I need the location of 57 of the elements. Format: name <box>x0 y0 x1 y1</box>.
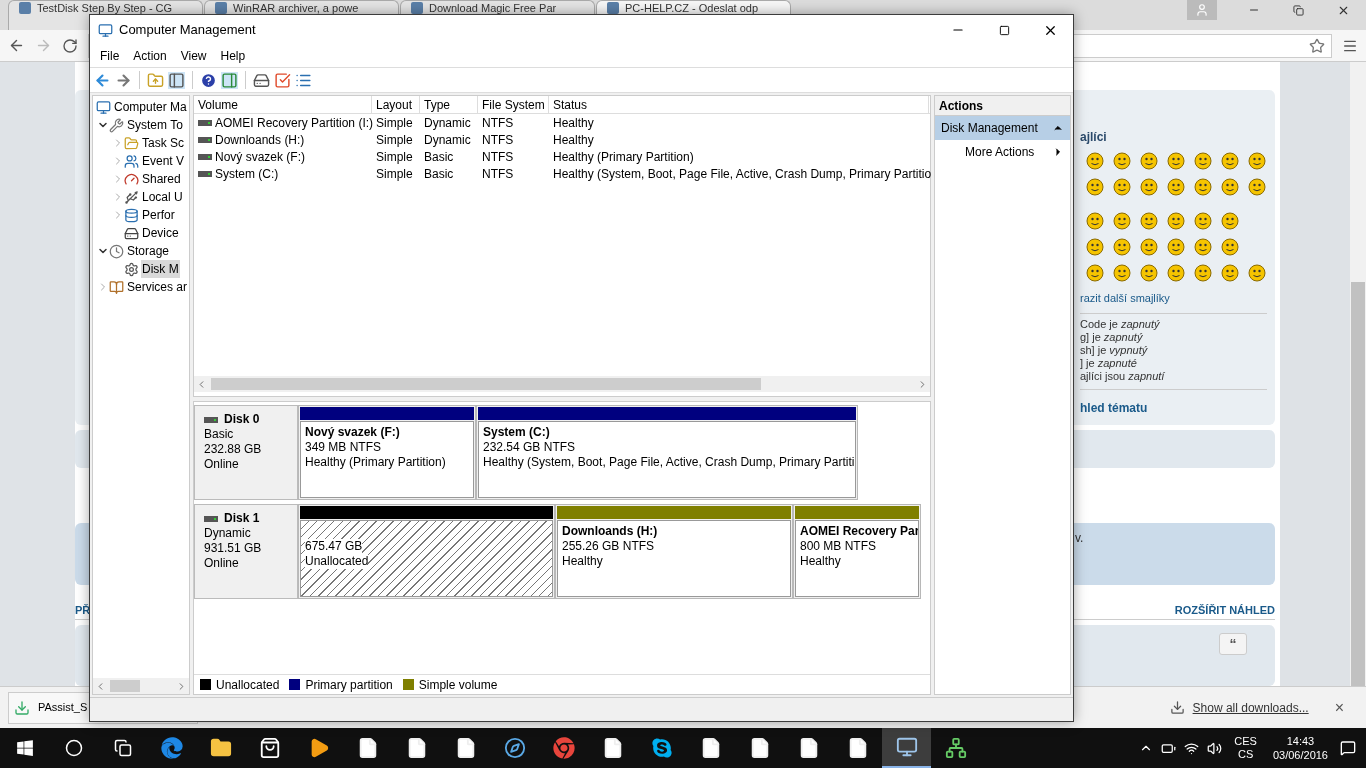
partition-size: 675.47 GB <box>305 539 363 554</box>
tab-title: WinRAR archiver, a powe <box>233 2 359 14</box>
table-cell-text: Healthy (System, Boot, Page File, Active, Crash Dump, Primary Partitio <box>553 165 932 183</box>
window-title: Computer Management <box>119 21 256 40</box>
legend-label: Simple volume <box>418 676 498 694</box>
table-cell-text: System (C:) <box>215 165 279 183</box>
partition-title: Downloands (H:) <box>562 524 659 539</box>
table-cell-text: Basic <box>424 148 454 166</box>
setting-text: g] je zapnutý <box>1080 330 1144 344</box>
table-cell-text: NTFS <box>482 131 514 149</box>
setting-text: ajlíci jsou zapnutí <box>1080 369 1166 383</box>
tab-title: PC-HELP.CZ - Odeslat odp <box>625 2 759 14</box>
table-cell-text: Simple <box>376 114 413 132</box>
partition-size: 800 MB NTFS <box>800 539 878 554</box>
partition-status: Healthy (Primary Partition) <box>305 455 447 470</box>
disk-type: Dynamic <box>204 526 252 541</box>
partition-status: Healthy <box>800 554 842 569</box>
table-cell-text: Simple <box>376 148 413 166</box>
table-cell-text: NTFS <box>482 148 514 166</box>
table-cell-text: NTFS <box>482 165 514 183</box>
partition-title: Nový svazek (F:) <box>305 425 401 440</box>
smileys-heading: ajlíci <box>1080 130 1108 144</box>
notice-text: v. <box>1075 530 1085 547</box>
setting-text: Code je zapnutý <box>1080 317 1161 331</box>
disk-name: Disk 1 <box>224 511 260 526</box>
table-cell-text: Downloands (H:) <box>215 131 305 149</box>
setting-text: sh] je vypnutý <box>1080 343 1149 357</box>
disk-name: Disk 0 <box>224 412 260 427</box>
table-cell-text: Dynamic <box>424 114 471 132</box>
tab-title: Download Magic Free Par <box>429 2 557 14</box>
disk-type: Basic <box>204 427 235 442</box>
table-cell-text: Healthy (Primary Partition) <box>553 148 694 166</box>
table-cell-text: NTFS <box>482 114 514 132</box>
partition-size: 232.54 GB NTFS <box>483 440 577 455</box>
disk-status: Online <box>204 457 240 472</box>
setting-text: ] je zapnuté <box>1080 356 1138 370</box>
table-cell-text: Dynamic <box>424 131 471 149</box>
table-cell-text: Healthy <box>553 114 594 132</box>
section-heading: PŘ <box>75 602 91 618</box>
table-cell-text: Simple <box>376 165 413 183</box>
disk-size: 931.51 GB <box>204 541 263 556</box>
partition-size: 349 MB NTFS <box>305 440 383 455</box>
table-cell-text: AOMEI Recovery Partition (I:) <box>215 114 374 132</box>
table-cell-text: Nový svazek (F:) <box>215 148 305 166</box>
partition-status: Healthy <box>562 554 604 569</box>
table-cell-text: Basic <box>424 165 454 183</box>
table-cell-text: Healthy <box>553 131 594 149</box>
legend-label: Unallocated <box>216 676 280 694</box>
partition-title: System (C:) <box>483 425 551 440</box>
partition-size: 255.26 GB NTFS <box>562 539 656 554</box>
disk-size: 232.88 GB <box>204 442 263 457</box>
table-cell-text: Simple <box>376 131 413 149</box>
legend-label: Primary partition <box>305 676 393 694</box>
disk-status: Online <box>204 556 240 571</box>
partition-status: Unallocated <box>305 554 369 569</box>
tab-title: TestDisk Step By Step - CG <box>37 2 173 14</box>
actions-heading: Actions <box>935 96 1070 116</box>
